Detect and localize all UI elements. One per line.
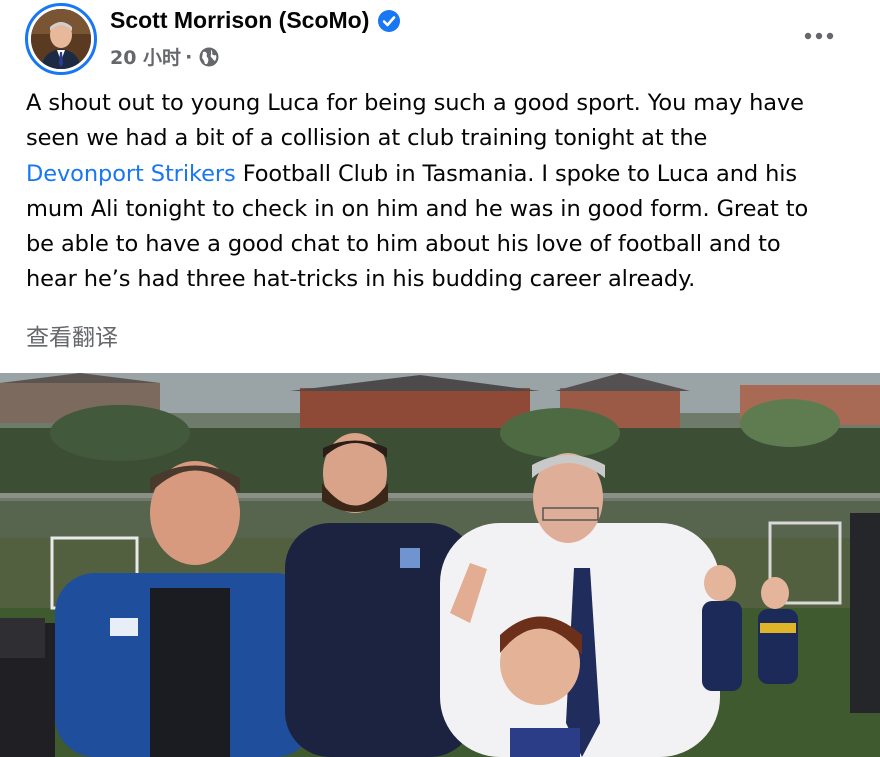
text-segment: mum Ali tonight to check in on him and h… bbox=[26, 195, 809, 222]
more-options-button[interactable] bbox=[800, 18, 838, 50]
post-text-line: A shout out to young Luca for being such… bbox=[26, 86, 866, 121]
post-text-line: mum Ali tonight to check in on him and h… bbox=[26, 192, 866, 227]
post-header: Scott Morrison (ScoMo) 20 小时 · bbox=[0, 0, 880, 80]
post-meta: 20 小时 · bbox=[110, 43, 220, 70]
globe-icon bbox=[198, 46, 220, 68]
post-photo[interactable] bbox=[0, 373, 880, 757]
post-text-line: hear he’s had three hat-tricks in his bu… bbox=[26, 262, 866, 297]
text-segment: seen we had a bit of a collision at club… bbox=[26, 125, 708, 152]
text-segment: be able to have a good chat to him about… bbox=[26, 231, 781, 258]
see-translation-link[interactable]: 查看翻译 bbox=[26, 318, 118, 352]
post-text-line: Devonport Strikers Football Club in Tasm… bbox=[26, 157, 866, 192]
avatar-photo bbox=[31, 9, 91, 69]
post-text-line: seen we had a bit of a collision at club… bbox=[26, 121, 866, 156]
post-message: A shout out to young Luca for being such… bbox=[26, 86, 866, 298]
text-segment: Football Club in Tasmania. I spoke to Lu… bbox=[235, 160, 798, 187]
verified-badge-icon bbox=[377, 9, 401, 33]
text-segment: A shout out to young Luca for being such… bbox=[26, 90, 804, 116]
devonport-strikers-link[interactable]: Devonport Strikers bbox=[26, 161, 236, 187]
post-text-line: be able to have a good chat to him about… bbox=[26, 227, 866, 262]
meta-separator: · bbox=[185, 45, 193, 68]
text-segment: hear he’s had three hat-tricks in his bu… bbox=[26, 266, 696, 293]
author-name[interactable]: Scott Morrison (ScoMo) bbox=[110, 7, 369, 34]
more-options-icon bbox=[804, 25, 834, 44]
author-line: Scott Morrison (ScoMo) bbox=[110, 7, 401, 34]
author-avatar[interactable] bbox=[25, 3, 97, 75]
post-timestamp[interactable]: 20 小时 bbox=[110, 43, 181, 70]
